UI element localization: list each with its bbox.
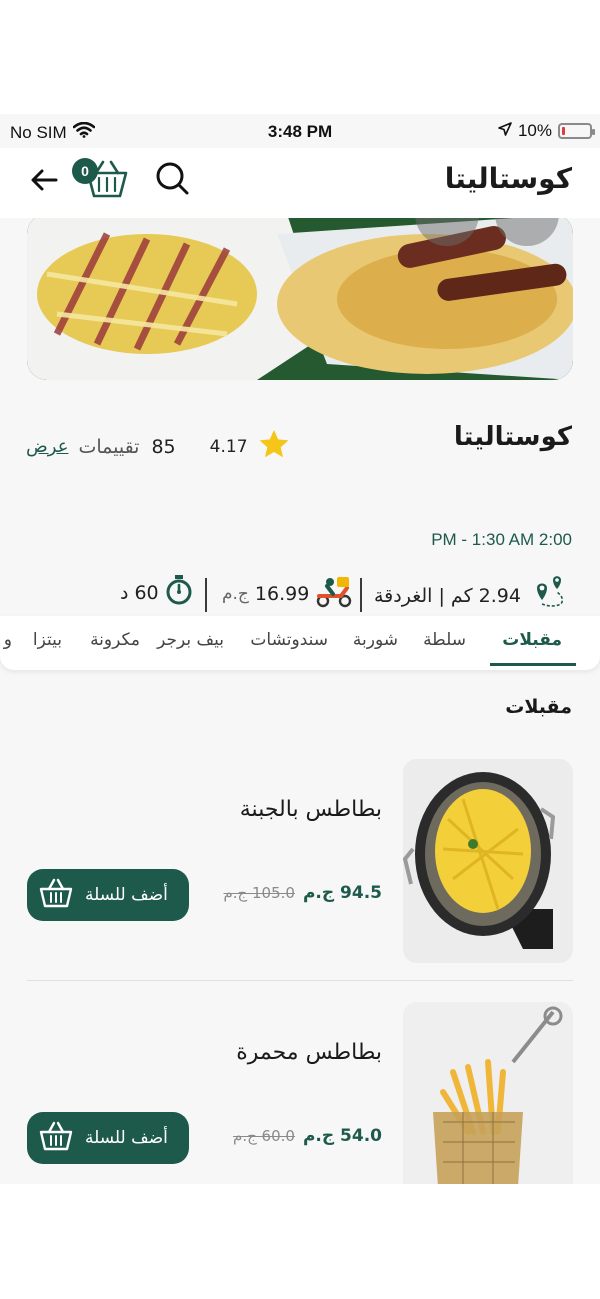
tab-salad[interactable]: سلطة	[423, 630, 466, 650]
basket-icon	[39, 878, 73, 913]
item-name: بطاطس بالجبنة	[239, 797, 382, 822]
show-reviews-link[interactable]: عرض	[26, 436, 68, 457]
french-fries-image	[403, 1002, 573, 1184]
menu-item[interactable]: بطاطس بالجبنة 94.5 ج.م 105.0 ج.م أضف للس…	[0, 759, 600, 973]
battery-icon	[558, 123, 595, 139]
battery-level	[562, 127, 565, 135]
add-to-cart-button[interactable]: أضف للسلة	[27, 869, 189, 921]
top-blank-area	[0, 0, 600, 114]
cart-count-badge: 0	[72, 158, 98, 184]
category-tabs: مقبلات سلطة شوربة سندوتشات بيف برجر مكرو…	[0, 616, 600, 670]
rating-score: 4.17	[209, 436, 248, 457]
current-price: 54.0 ج.م	[302, 1126, 382, 1146]
restaurant-name: كوستاليتا	[453, 422, 572, 452]
basket-icon	[39, 1121, 73, 1156]
delivery-time-value: 60	[134, 581, 159, 604]
reviews-count: 85	[151, 435, 176, 458]
tab-beef-burger[interactable]: بيف برجر	[157, 630, 224, 650]
cart-button[interactable]: 0	[72, 156, 130, 202]
tab-pizza[interactable]: بيتزا	[33, 630, 62, 650]
search-icon[interactable]	[154, 160, 190, 196]
cheese-fries-image	[403, 759, 573, 963]
meta-divider	[205, 578, 207, 612]
status-right: 10%	[498, 121, 595, 141]
delivery-fee: ج.م 16.99	[222, 574, 353, 613]
route-pin-icon	[527, 574, 567, 617]
delivery-meta-row: د 60 ج.م 16.99 2.94 كم | الغردقة	[0, 574, 600, 614]
opening-hours: PM - 1:30 AM 2:00	[431, 530, 572, 549]
distance-location: 2.94 كم | الغردقة	[374, 574, 567, 617]
meta-divider	[360, 578, 362, 612]
restaurant-cover-image	[27, 218, 573, 380]
main-content[interactable]: كوستاليتا عرض تقييمات 85 4.17 PM - 1:30 …	[0, 218, 600, 1184]
tab-soup[interactable]: شوربة	[353, 630, 398, 650]
active-tab-indicator	[490, 663, 576, 666]
back-arrow-icon[interactable]	[26, 162, 62, 198]
add-to-cart-label: أضف للسلة	[85, 885, 168, 905]
fee-value: 16.99	[254, 582, 310, 605]
add-to-cart-label: أضف للسلة	[85, 1128, 168, 1148]
status-bar: No SIM 3:48 PM 10%	[0, 114, 600, 148]
fee-currency: ج.م	[222, 583, 249, 604]
current-price: 94.5 ج.م	[302, 883, 382, 903]
delivery-time: د 60	[120, 574, 193, 611]
page-title: كوستاليتا	[444, 162, 572, 195]
tab-sandwiches[interactable]: سندوتشات	[250, 630, 328, 650]
bottom-blank-area	[0, 1184, 600, 1299]
menu-item[interactable]: بطاطس محمرة 54.0 ج.م 60.0 ج.م أضف للسلة	[0, 1002, 600, 1184]
old-price: 60.0 ج.م	[233, 1127, 295, 1145]
item-price: 94.5 ج.م 105.0 ج.م	[223, 883, 382, 903]
item-divider	[27, 980, 573, 981]
old-price: 105.0 ج.م	[223, 884, 295, 902]
item-name: بطاطس محمرة	[236, 1040, 382, 1065]
app-header: 0 كوستاليتا	[0, 148, 600, 218]
tab-pasta[interactable]: مكرونة	[90, 630, 140, 650]
distance-text: 2.94 كم | الغردقة	[374, 584, 521, 607]
tab-appetizers[interactable]: مقبلات	[502, 630, 562, 650]
item-price: 54.0 ج.م 60.0 ج.م	[233, 1126, 382, 1146]
star-icon	[258, 428, 290, 465]
rating-row: عرض تقييمات 85 4.17	[26, 428, 290, 465]
battery-percent: 10%	[517, 121, 552, 140]
add-to-cart-button[interactable]: أضف للسلة	[27, 1112, 189, 1164]
section-title: مقبلات	[505, 696, 572, 718]
time-unit: د	[120, 581, 129, 604]
reviews-label: تقييمات	[78, 435, 140, 458]
timer-icon	[165, 574, 193, 611]
tab-more[interactable]: و	[4, 630, 12, 650]
delivery-scooter-icon	[315, 574, 353, 613]
location-arrow-icon	[498, 121, 512, 141]
